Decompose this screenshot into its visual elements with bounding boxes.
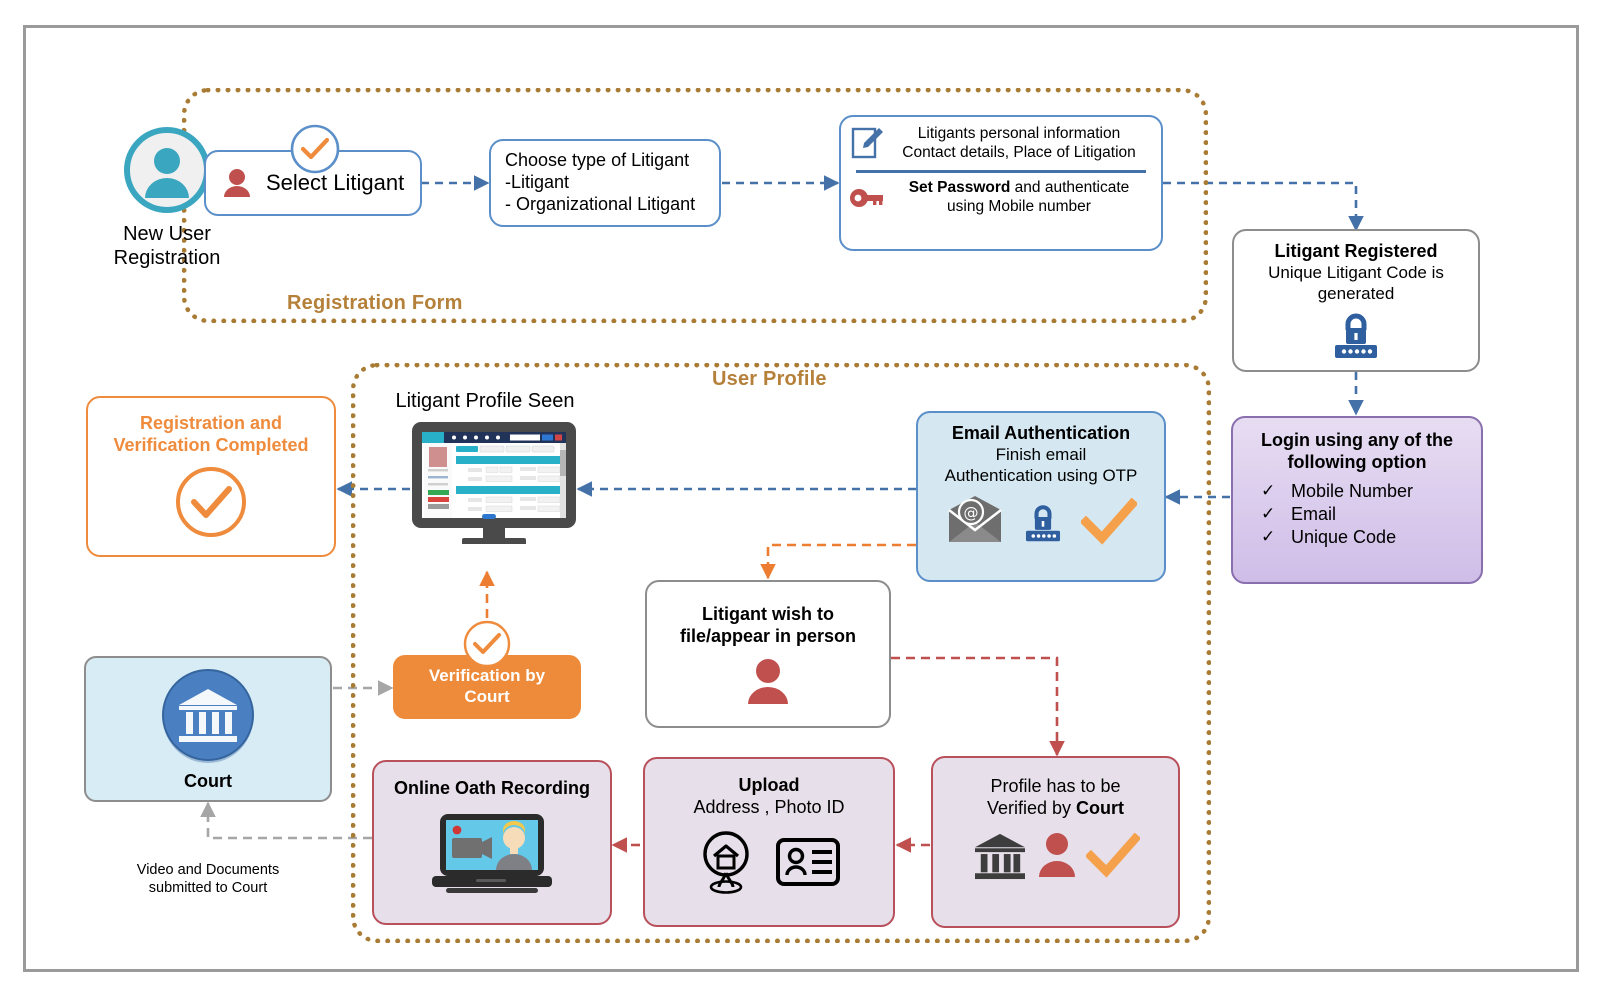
profile-verified-line-1: Profile has to be bbox=[990, 776, 1121, 796]
check-circle-icon bbox=[463, 620, 511, 668]
login-option-item[interactable]: ✓ Unique Code bbox=[1261, 527, 1481, 548]
new-user-label-1: New User bbox=[123, 223, 211, 245]
registration-completed-line-2: Verification Completed bbox=[113, 434, 309, 455]
online-oath-recording-node[interactable]: Online Oath Recording bbox=[372, 760, 612, 925]
wish-in-person-line-2: file/appear in person bbox=[679, 625, 857, 646]
location-home-icon bbox=[703, 831, 749, 894]
check-glyph: ✓ bbox=[1261, 504, 1276, 524]
email-auth-title: Email Authentication bbox=[951, 423, 1131, 443]
login-options-title-1: Login using any of the bbox=[1261, 430, 1453, 450]
check-circle-icon bbox=[176, 467, 246, 538]
personal-info-line-1: Litigants personal information bbox=[917, 125, 1121, 143]
court-note-line-2: submitted to Court bbox=[148, 879, 268, 896]
svg-text:@: @ bbox=[964, 504, 979, 522]
court-building-icon bbox=[974, 833, 1025, 879]
id-card-icon bbox=[776, 837, 840, 886]
set-password-bold: Set Password bbox=[908, 178, 1011, 196]
monitor-profile-icon[interactable] bbox=[410, 420, 578, 544]
profile-seen-caption: Litigant Profile Seen bbox=[395, 390, 575, 412]
upload-node[interactable]: Upload Address , Photo ID bbox=[643, 757, 895, 927]
person-icon bbox=[748, 658, 788, 704]
email-auth-line-2: Authentication using OTP bbox=[944, 465, 1138, 485]
choose-type-line-3: - Organizational Litigant bbox=[505, 193, 696, 214]
court-node[interactable]: Court bbox=[84, 656, 332, 802]
upload-subtitle: Address , Photo ID bbox=[693, 796, 845, 817]
oath-title: Online Oath Recording bbox=[393, 778, 590, 798]
login-option-item[interactable]: ✓ Mobile Number bbox=[1261, 481, 1481, 502]
profile-verified-line-2-pre: Verified by bbox=[986, 797, 1077, 818]
choose-type-line-1: Choose type of Litigant bbox=[505, 150, 690, 171]
upload-title: Upload bbox=[738, 775, 800, 795]
registration-completed-line-1: Registration and bbox=[139, 412, 282, 433]
choose-type-line-2: -Litigant bbox=[505, 172, 570, 193]
laptop-video-recording-icon bbox=[432, 813, 552, 893]
litigant-registered-title: Litigant Registered bbox=[1274, 241, 1438, 261]
key-icon bbox=[850, 188, 883, 207]
orange-check-icon bbox=[1081, 498, 1137, 545]
profile-verified-line-2-bold: Court bbox=[1076, 797, 1125, 818]
check-circle-icon bbox=[290, 124, 340, 174]
email-auth-line-1: Finish email bbox=[995, 444, 1087, 464]
document-edit-icon bbox=[851, 127, 883, 159]
personal-info-divider bbox=[856, 170, 1146, 173]
court-building-icon bbox=[162, 669, 254, 764]
personal-info-node[interactable]: Litigants personal information Contact d… bbox=[839, 115, 1163, 251]
login-option-item[interactable]: ✓ Email bbox=[1261, 504, 1481, 525]
litigant-registered-node[interactable]: Litigant Registered Unique Litigant Code… bbox=[1232, 229, 1480, 372]
person-icon bbox=[1038, 832, 1075, 877]
user-profile-group-label: User Profile bbox=[712, 368, 827, 390]
login-options-title-2: following option bbox=[1287, 451, 1427, 472]
login-option-label: Email bbox=[1291, 503, 1337, 524]
wish-in-person-line-1: Litigant wish to bbox=[702, 604, 834, 624]
orange-check-icon bbox=[1085, 832, 1140, 878]
user-circle-icon bbox=[124, 127, 210, 213]
login-options-node[interactable]: Login using any of the following option … bbox=[1231, 416, 1483, 584]
litigant-registered-line-1: Unique Litigant Code is bbox=[1268, 262, 1444, 282]
password-lock-icon bbox=[1335, 314, 1377, 359]
login-option-label: Mobile Number bbox=[1291, 480, 1414, 501]
password-lock-icon bbox=[1025, 505, 1061, 542]
set-password-rest: and authenticate bbox=[1010, 178, 1130, 196]
choose-type-node[interactable]: Choose type of Litigant -Litigant - Orga… bbox=[489, 139, 721, 227]
litigant-registered-line-2: generated bbox=[1317, 283, 1395, 303]
court-label: Court bbox=[184, 771, 232, 792]
court-note-line-1: Video and Documents bbox=[136, 862, 280, 878]
verification-by-court-line-1: Verification by bbox=[428, 666, 546, 686]
new-user-label-2: Registration bbox=[113, 247, 221, 270]
check-glyph: ✓ bbox=[1261, 481, 1276, 501]
diagram-canvas: Registration Form User Profile New User … bbox=[0, 0, 1605, 999]
email-at-icon: @ bbox=[948, 496, 1002, 543]
personal-info-line-2: Contact details, Place of Litigation bbox=[902, 144, 1136, 161]
login-option-label: Unique Code bbox=[1291, 526, 1397, 547]
set-password-line-2: using Mobile number bbox=[947, 197, 1091, 215]
email-authentication-node[interactable]: Email Authentication Finish email Authen… bbox=[916, 411, 1166, 582]
person-icon bbox=[224, 169, 250, 197]
registration-form-group-label: Registration Form bbox=[287, 292, 463, 314]
profile-verified-node[interactable]: Profile has to be Verified by Court bbox=[931, 756, 1180, 928]
registration-completed-node[interactable]: Registration and Verification Completed bbox=[86, 396, 336, 557]
wish-in-person-node[interactable]: Litigant wish to file/appear in person bbox=[645, 580, 891, 728]
verification-by-court-line-2: Court bbox=[464, 687, 510, 706]
court-note: Video and Documents submitted to Court bbox=[84, 862, 332, 897]
check-glyph: ✓ bbox=[1261, 527, 1276, 547]
